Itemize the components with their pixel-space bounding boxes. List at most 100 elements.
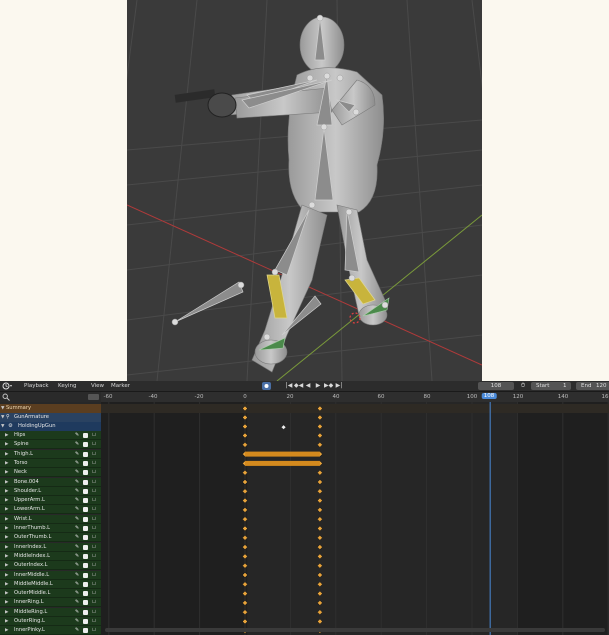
- checkbox-icon[interactable]: [83, 433, 88, 438]
- expand-triangle-icon[interactable]: ▶: [5, 617, 8, 626]
- channel-search-row[interactable]: [0, 392, 101, 408]
- lock-icon[interactable]: ⊔: [92, 552, 97, 559]
- channel-bone[interactable]: ▶ MiddleIndex.L ✎ ⊔: [0, 551, 101, 561]
- channel-action[interactable]: ▼ ⚙ HoldingUpGun: [0, 422, 101, 431]
- channel-bone[interactable]: ▶ InnerMiddle.L ✎ ⊔: [0, 570, 101, 580]
- wrench-icon[interactable]: ✎: [75, 515, 80, 522]
- channel-bone[interactable]: ▶ OuterIndex.L ✎ ⊔: [0, 561, 101, 571]
- keyframe[interactable]: [317, 553, 323, 560]
- lock-icon[interactable]: ⊔: [92, 468, 97, 475]
- menu-marker[interactable]: Marker: [111, 381, 130, 391]
- checkbox-icon[interactable]: [83, 479, 88, 485]
- wrench-icon[interactable]: ✎: [75, 608, 80, 615]
- wrench-icon[interactable]: ✎: [75, 478, 80, 485]
- expand-triangle-icon[interactable]: ▶: [5, 487, 8, 496]
- collapse-triangle-icon[interactable]: ▼: [1, 422, 4, 431]
- channel-bone[interactable]: ▶ OuterThumb.L ✎ ⊔: [0, 533, 101, 543]
- channel-bone[interactable]: ▶ LowerArm.L ✎ ⊔: [0, 505, 101, 515]
- lock-icon[interactable]: ⊔: [92, 617, 97, 624]
- selected-keyframe[interactable]: [281, 424, 287, 430]
- expand-triangle-icon[interactable]: ▶: [5, 450, 8, 459]
- wrench-icon[interactable]: ✎: [75, 496, 80, 503]
- checkbox-icon[interactable]: [83, 591, 88, 597]
- keyframe[interactable]: [317, 432, 323, 439]
- lock-icon[interactable]: ⊔: [92, 515, 97, 522]
- lock-icon[interactable]: ⊔: [92, 571, 97, 578]
- expand-triangle-icon[interactable]: ▶: [5, 543, 8, 552]
- expand-triangle-icon[interactable]: ▶: [5, 571, 8, 580]
- channel-bone[interactable]: ▶ OuterRing.L ✎ ⊔: [0, 617, 101, 626]
- next-keyframe-icon[interactable]: ▶◆: [324, 382, 333, 390]
- expand-triangle-icon[interactable]: ▶: [5, 431, 8, 440]
- expand-triangle-icon[interactable]: ▶: [5, 561, 8, 570]
- wrench-icon[interactable]: ✎: [75, 626, 80, 633]
- checkbox-icon[interactable]: [83, 507, 88, 513]
- keyframe[interactable]: [317, 572, 323, 578]
- expand-triangle-icon[interactable]: ▶: [5, 478, 8, 487]
- wrench-icon[interactable]: ✎: [75, 459, 80, 466]
- wrench-icon[interactable]: ✎: [75, 543, 80, 550]
- channel-bone[interactable]: ▶ Thigh.L ✎ ⊔: [0, 449, 101, 459]
- lock-icon[interactable]: ⊔: [92, 580, 97, 587]
- collapse-triangle-icon[interactable]: ▼: [1, 404, 4, 413]
- keyframe-area[interactable]: [101, 402, 609, 635]
- wrench-icon[interactable]: ✎: [75, 533, 80, 540]
- channel-object[interactable]: ▼ ⚲ GunArmature: [0, 413, 101, 422]
- channel-bone[interactable]: ▶ Torso ✎ ⊔: [0, 458, 101, 468]
- prev-keyframe-icon[interactable]: ◆◀: [294, 382, 303, 390]
- channel-bone[interactable]: ▶ Wrist.L ✎ ⊔: [0, 514, 101, 524]
- play-icon[interactable]: ▶: [314, 382, 322, 390]
- swap-channels-button[interactable]: [88, 394, 99, 408]
- wrench-icon[interactable]: ✎: [75, 524, 80, 531]
- wrench-icon[interactable]: ✎: [75, 450, 80, 457]
- wrench-icon[interactable]: ✎: [75, 580, 80, 587]
- expand-triangle-icon[interactable]: ▶: [5, 589, 8, 598]
- keyframe[interactable]: [317, 488, 323, 495]
- checkbox-icon[interactable]: [83, 581, 88, 587]
- channel-bone[interactable]: ▶ MiddleMiddle.L ✎ ⊔: [0, 579, 101, 589]
- channel-bone[interactable]: ▶ InnerPinky.L ✎ ⊔: [0, 626, 101, 635]
- channel-bone[interactable]: ▶ MiddleRing.L ✎ ⊔: [0, 607, 101, 617]
- expand-triangle-icon[interactable]: ▶: [5, 515, 8, 524]
- checkbox-icon[interactable]: [83, 609, 88, 615]
- lock-icon[interactable]: ⊔: [92, 440, 97, 447]
- lock-icon[interactable]: ⊔: [92, 598, 97, 605]
- keyframe[interactable]: [317, 618, 323, 625]
- current-frame-field[interactable]: 108: [478, 382, 514, 390]
- lock-icon[interactable]: ⊔: [92, 608, 97, 615]
- wrench-icon[interactable]: ✎: [75, 561, 80, 568]
- keyframe[interactable]: [317, 534, 323, 541]
- menu-playback[interactable]: Playback: [24, 381, 49, 391]
- channel-summary[interactable]: ▼ Summary: [0, 404, 101, 413]
- wrench-icon[interactable]: ✎: [75, 487, 80, 494]
- channel-bone[interactable]: ▶ InnerRing.L ✎ ⊔: [0, 598, 101, 608]
- expand-triangle-icon[interactable]: ▶: [5, 580, 8, 589]
- channel-bone[interactable]: ▶ Bone.004 ✎ ⊔: [0, 477, 101, 487]
- checkbox-icon[interactable]: [83, 470, 88, 476]
- lock-icon[interactable]: ⊔: [92, 505, 97, 512]
- keyframe[interactable]: [317, 581, 323, 588]
- lock-icon[interactable]: ⊔: [92, 450, 97, 457]
- 3d-viewport[interactable]: [127, 0, 482, 381]
- keyframe[interactable]: [317, 590, 323, 597]
- jump-start-icon[interactable]: |◀: [285, 382, 293, 390]
- wrench-icon[interactable]: ✎: [75, 505, 80, 512]
- jump-end-icon[interactable]: ▶|: [335, 382, 343, 390]
- expand-triangle-icon[interactable]: ▶: [5, 608, 8, 617]
- clock-icon[interactable]: [2, 382, 13, 390]
- wrench-icon[interactable]: ✎: [75, 598, 80, 605]
- keyframe[interactable]: [317, 479, 323, 485]
- channel-bone[interactable]: ▶ Spine ✎ ⊔: [0, 440, 101, 450]
- wrench-icon[interactable]: ✎: [75, 431, 80, 438]
- expand-triangle-icon[interactable]: ▶: [5, 598, 8, 607]
- channel-bone[interactable]: ▶ OuterMiddle.L ✎ ⊔: [0, 589, 101, 599]
- expand-triangle-icon[interactable]: ▶: [5, 524, 8, 533]
- keyframe[interactable]: [317, 469, 323, 476]
- lock-icon[interactable]: ⊔: [92, 589, 97, 596]
- checkbox-icon[interactable]: [83, 572, 88, 578]
- channel-bone[interactable]: ▶ Hips ✎ ⊔: [0, 431, 101, 440]
- expand-triangle-icon[interactable]: ▶: [5, 496, 8, 505]
- horizontal-scrollbar[interactable]: [105, 628, 605, 632]
- collapse-triangle-icon[interactable]: ▼: [1, 413, 4, 422]
- auto-key-button[interactable]: [262, 382, 271, 390]
